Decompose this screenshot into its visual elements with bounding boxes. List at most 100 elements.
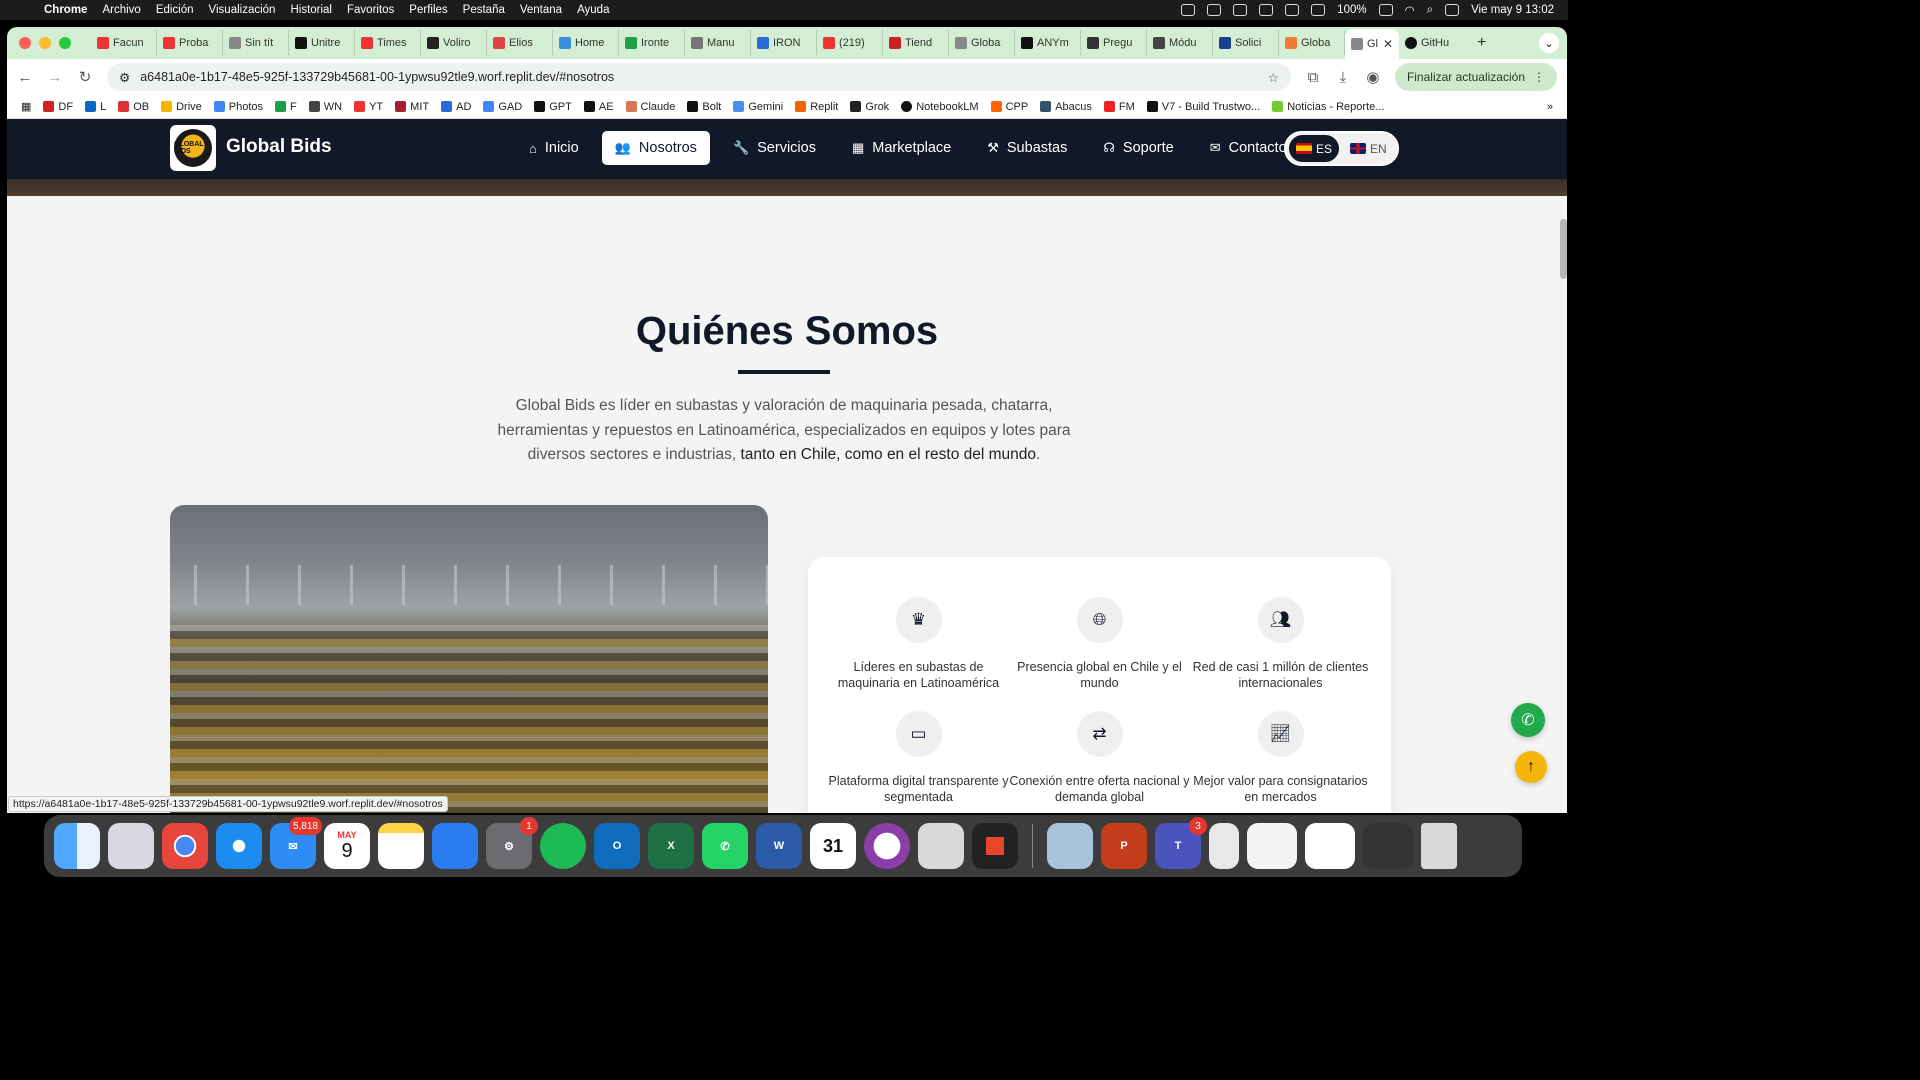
reload-icon[interactable]: ↻ <box>77 68 93 86</box>
bookmark[interactable]: MIT <box>395 101 429 113</box>
bookmark[interactable]: DF <box>43 101 73 113</box>
more-bookmarks-icon[interactable]: » <box>1547 101 1553 113</box>
mail-icon[interactable]: 5,818 ✉ <box>270 817 322 869</box>
back-icon[interactable]: ← <box>17 69 33 86</box>
tab[interactable]: (219) <box>817 30 883 56</box>
page-scrollbar[interactable] <box>1560 219 1567 279</box>
tab[interactable]: Globa <box>949 30 1015 56</box>
profile-avatar[interactable]: ◉ <box>1365 68 1381 86</box>
status-icon[interactable] <box>1181 4 1196 16</box>
minimize-window-button[interactable] <box>39 37 51 49</box>
new-tab-button[interactable]: + <box>1477 34 1486 52</box>
bookmark[interactable]: WN <box>308 101 342 113</box>
preview-icon[interactable] <box>1047 823 1093 869</box>
menu-ventana[interactable]: Ventana <box>520 4 562 16</box>
bookmark[interactable]: L <box>85 101 106 113</box>
menu-visualizacion[interactable]: Visualización <box>209 4 276 16</box>
tab[interactable]: Times <box>355 30 421 56</box>
bookmark[interactable]: Gemini <box>733 101 783 113</box>
excel-icon[interactable]: X <box>648 823 694 869</box>
fantastical-icon[interactable]: 31 <box>810 823 856 869</box>
powerpoint-icon[interactable]: P <box>1101 823 1147 869</box>
keynote-icon[interactable] <box>432 823 478 869</box>
menu-perfiles[interactable]: Perfiles <box>409 4 447 16</box>
bookmark-star-icon[interactable]: ☆ <box>1268 70 1279 85</box>
bookmark[interactable]: CPP <box>990 101 1028 113</box>
window-thumbnail[interactable] <box>1363 823 1413 869</box>
menu-ayuda[interactable]: Ayuda <box>577 4 609 16</box>
status-icon[interactable] <box>1207 4 1222 16</box>
nav-soporte[interactable]: ☊ Soporte <box>1090 131 1186 165</box>
tab[interactable]: Home <box>553 30 619 56</box>
tab[interactable]: Proba <box>157 30 223 56</box>
brand-name[interactable]: Global Bids <box>226 136 332 158</box>
spotify-icon[interactable] <box>540 823 586 869</box>
bookmark[interactable]: Photos <box>213 101 263 113</box>
tab[interactable]: Módu <box>1147 30 1213 56</box>
bookmark[interactable]: Claude <box>625 101 675 113</box>
bookmark[interactable]: Abacus <box>1040 101 1092 113</box>
nav-subastas[interactable]: ⚒ Subastas <box>974 131 1080 165</box>
site-info-icon[interactable]: ⚙ <box>119 70 130 85</box>
launchpad-icon[interactable] <box>108 823 154 869</box>
bookmark[interactable]: F <box>275 101 297 113</box>
bookmark[interactable]: AE <box>583 101 614 113</box>
nav-servicios[interactable]: 🔧 Servicios <box>720 131 829 165</box>
close-tab-icon[interactable]: ✕ <box>1383 37 1393 51</box>
tab[interactable]: Pregu <box>1081 30 1147 56</box>
scroll-to-top-button[interactable]: ↑ <box>1515 751 1547 783</box>
calendar-icon[interactable]: MAY 9 <box>324 823 370 869</box>
battery-icon[interactable] <box>1378 4 1393 16</box>
tab[interactable]: Globa <box>1279 30 1345 56</box>
tab-active[interactable]: Gl ✕ <box>1345 29 1399 59</box>
bookmark[interactable]: FM <box>1103 101 1135 113</box>
tab[interactable]: ANYm <box>1015 30 1081 56</box>
headphones-icon[interactable] <box>1285 4 1300 16</box>
chrome-icon[interactable] <box>162 823 208 869</box>
bookmark[interactable]: NotebookLM <box>901 101 979 113</box>
nav-inicio[interactable]: ⌂ Inicio <box>516 131 592 165</box>
battery-percent[interactable]: 100% <box>1337 4 1366 16</box>
tab-search-icon[interactable]: ⌄ <box>1539 33 1559 53</box>
bookmark[interactable]: YT <box>354 101 383 113</box>
safari-icon[interactable] <box>216 823 262 869</box>
whatsapp-button[interactable]: ✆ <box>1511 703 1545 737</box>
address-bar[interactable]: ⚙ a6481a0e-1b17-48e5-925f-133729b45681-0… <box>107 63 1291 91</box>
app-icon[interactable] <box>864 823 910 869</box>
bookmark[interactable]: AD <box>441 101 471 113</box>
menu-archivo[interactable]: Archivo <box>102 4 140 16</box>
system-settings-icon[interactable]: 1 ⚙ <box>486 817 538 869</box>
bookmark[interactable]: OB <box>118 101 149 113</box>
nav-marketplace[interactable]: ▦ Marketplace <box>839 131 964 165</box>
update-button[interactable]: Finalizar actualización ⋮ <box>1394 63 1557 91</box>
outlook-icon[interactable]: O <box>594 823 640 869</box>
menu-favoritos[interactable]: Favoritos <box>347 4 394 16</box>
tab[interactable]: Ironte <box>619 30 685 56</box>
app-icon[interactable] <box>972 823 1018 869</box>
zoom-window-button[interactable] <box>59 37 71 49</box>
site-logo[interactable]: GLOBAL BIDS <box>170 125 216 171</box>
apps-grid-icon[interactable]: ▦ <box>21 100 31 113</box>
search-icon[interactable]: ⌕ <box>1427 4 1433 17</box>
app-icon[interactable] <box>918 823 964 869</box>
bluetooth-icon[interactable] <box>1311 4 1326 16</box>
lang-es-button[interactable]: ES <box>1289 135 1340 162</box>
bookmark[interactable]: Replit <box>795 101 838 113</box>
tab[interactable]: Sin tít <box>223 30 289 56</box>
extensions-icon[interactable]: ⧉ <box>1305 69 1321 86</box>
window-thumbnail[interactable] <box>1305 823 1355 869</box>
status-icon[interactable] <box>1259 4 1274 16</box>
more-menu-icon[interactable]: ⋮ <box>1533 70 1545 84</box>
download-icon[interactable]: ⤓ <box>1335 69 1351 86</box>
notes-icon[interactable] <box>378 823 424 869</box>
wifi-icon[interactable]: ◠ <box>1405 3 1415 17</box>
tab[interactable]: Voliro <box>421 30 487 56</box>
url-text[interactable]: a6481a0e-1b17-48e5-925f-133729b45681-00-… <box>140 70 614 84</box>
control-center-icon[interactable] <box>1445 4 1460 16</box>
tab[interactable]: Elios <box>487 30 553 56</box>
bookmark[interactable]: Grok <box>850 101 889 113</box>
word-app-icon[interactable]: W <box>756 823 802 869</box>
nav-nosotros[interactable]: 👥 Nosotros <box>601 131 710 165</box>
bookmark[interactable]: Bolt <box>687 101 721 113</box>
bookmark[interactable]: GAD <box>483 101 522 113</box>
